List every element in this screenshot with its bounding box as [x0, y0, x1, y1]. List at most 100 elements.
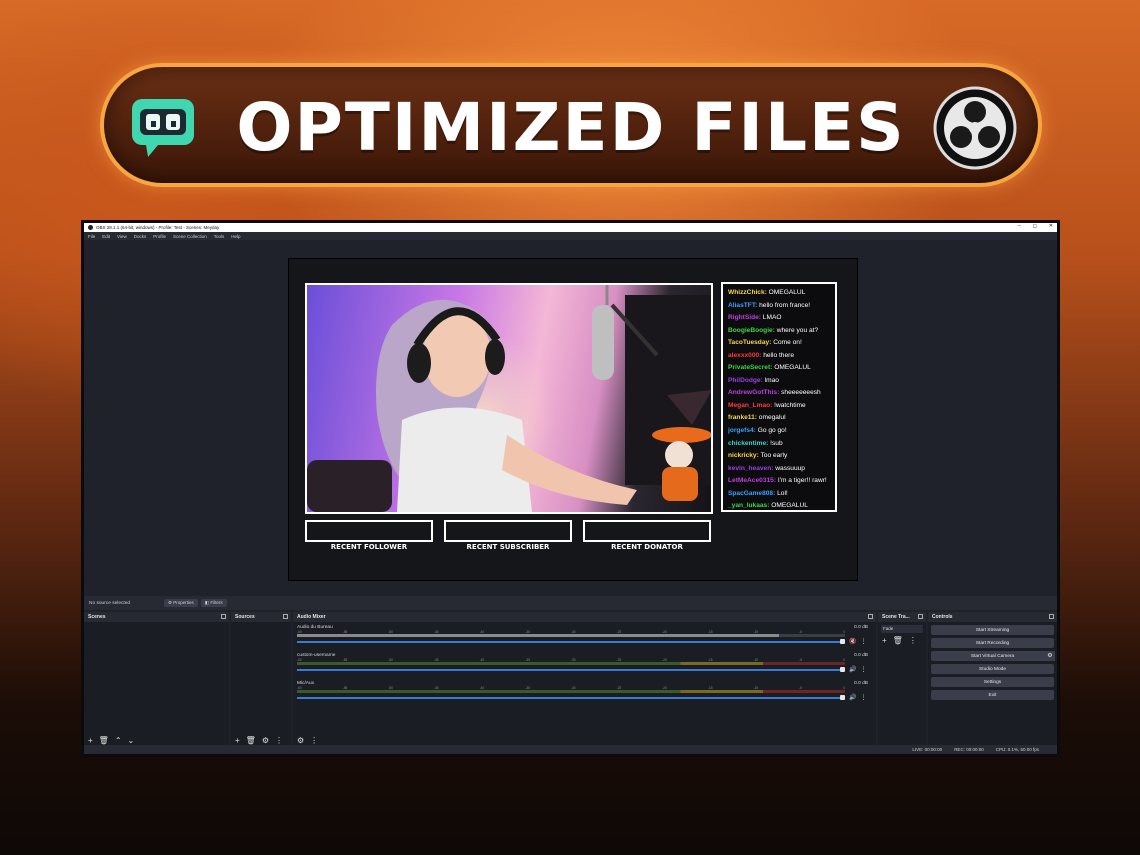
cpu-usage: CPU: 0.1%, 60.00 fps [995, 747, 1039, 752]
add-scene-icon[interactable]: + [88, 737, 93, 745]
chat-overlay: WhizzChick: OMEGALUL AliasTFT: hello from… [721, 282, 837, 512]
obs-small-icon [88, 225, 93, 230]
move-down-icon[interactable]: ⌄ [128, 737, 135, 745]
undock-icon[interactable] [868, 614, 873, 619]
no-source-label: No source selected [89, 600, 131, 606]
more-icon[interactable]: ⋮ [909, 636, 917, 645]
sources-title: Sources [235, 614, 255, 620]
preview-area: WhizzChick: OMEGALUL AliasTFT: hello from… [84, 240, 1057, 596]
sources-toolbar: + 🗑 ⚙ ⋮ [235, 737, 283, 745]
filters-label: Filters [210, 600, 223, 605]
more-icon[interactable]: ⋮ [860, 666, 866, 673]
transition-select[interactable]: Fade [881, 625, 923, 633]
add-source-icon[interactable]: + [235, 737, 240, 745]
chat-username: AndrewGotThis: [728, 389, 780, 397]
speaker-icon[interactable]: 🔊 [849, 694, 856, 701]
virtual-camera-gear-icon[interactable]: ⚙ [1045, 651, 1055, 661]
chat-text: OMEGALUL [766, 289, 806, 296]
undock-icon[interactable] [918, 614, 923, 619]
chat-text: sheeeeeeesh [779, 389, 821, 397]
title-bar: OBS 28.1.1 (64-bit, windows) - Profile: … [84, 223, 1057, 232]
chat-message: chickentime: !sub [728, 438, 830, 451]
chat-username: RightSide: [728, 314, 761, 322]
add-transition-icon[interactable]: + [882, 636, 887, 645]
menu-bar: File Edit View Docks Profile Scene Colle… [84, 232, 1057, 240]
source-settings-icon[interactable]: ⚙ [262, 737, 269, 745]
settings-button[interactable]: Settings [931, 677, 1054, 687]
speaker-icon[interactable]: 🔊 [849, 666, 856, 673]
move-up-icon[interactable]: ⌃ [115, 737, 122, 745]
menu-docks[interactable]: Docks [134, 234, 147, 239]
maximize-button[interactable]: ◻ [1033, 223, 1037, 229]
mute-icon[interactable]: 🔇 [849, 638, 856, 645]
minimize-button[interactable]: – [1018, 223, 1021, 229]
chat-text: I'm a tiger!! rawr! [776, 477, 827, 485]
streamer-image-icon [307, 285, 711, 512]
start-streaming-button[interactable]: Start Streaming [931, 625, 1054, 635]
controls-header: Controls [928, 612, 1057, 622]
audio-mixer-dock: Audio Mixer Audio du Bureau 0.0 dB -60 -55-… [293, 612, 876, 748]
menu-file[interactable]: File [88, 234, 95, 239]
slider-handle[interactable] [840, 667, 845, 672]
volume-meter [297, 690, 845, 693]
channel-icons: 🔇 ⋮ [849, 638, 866, 645]
remove-scene-icon[interactable]: 🗑 [99, 737, 109, 745]
channel-icons: 🔊 ⋮ [849, 694, 866, 701]
controls-dock: Controls Start Streaming Start Recording… [928, 612, 1057, 748]
alert-boxes: RECENT FOLLOWER RECENT SUBSCRIBER RECENT… [305, 520, 711, 551]
remove-source-icon[interactable]: 🗑 [246, 737, 256, 745]
chat-text: wassuuup [773, 464, 805, 472]
filters-button[interactable]: ◧ Filters [200, 599, 227, 607]
chat-text: Lol! [775, 489, 788, 497]
properties-label: Properties [173, 600, 194, 605]
menu-edit[interactable]: Edit [102, 234, 110, 239]
close-button[interactable]: ✕ [1049, 223, 1053, 229]
chat-message: AndrewGotThis: sheeeeeeesh [728, 387, 830, 400]
chat-message: kevin_heaven: wassuuup [728, 463, 830, 476]
menu-scene-collection[interactable]: Scene Collection [173, 234, 207, 239]
more-icon[interactable]: ⋮ [860, 694, 866, 701]
chat-message: LetMeAce0315: I'm a tiger!! rawr! [728, 475, 830, 488]
exit-button[interactable]: Exit [931, 690, 1054, 700]
chat-message: WhizzChick: OMEGALUL [728, 287, 830, 300]
studio-mode-button[interactable]: Studio Mode [931, 664, 1054, 674]
volume-slider[interactable] [297, 695, 845, 700]
more-icon[interactable]: ⋮ [860, 638, 866, 645]
menu-view[interactable]: View [117, 234, 127, 239]
chat-username: Megan_Lmao: [728, 401, 773, 409]
slider-handle[interactable] [840, 695, 845, 700]
status-bar: LIVE: 00:00:00 REC: 00:00:00 CPU: 0.1%, … [84, 745, 1057, 754]
chat-message: PhilDodge: lmao [728, 375, 830, 388]
mixer-header: Audio Mixer [293, 612, 876, 622]
undock-icon[interactable] [1049, 614, 1054, 619]
rec-time: REC: 00:00:00 [954, 747, 984, 752]
properties-button[interactable]: ⚙ Properties [164, 599, 198, 607]
source-toolbar: No source selected ⚙ Properties ◧ Filter… [84, 596, 1057, 610]
undock-icon[interactable] [283, 614, 288, 619]
alert-recent-follower: RECENT FOLLOWER [305, 520, 433, 551]
slider-handle[interactable] [840, 639, 845, 644]
volume-slider[interactable] [297, 639, 845, 644]
transition-toolbar: + 🗑 ⋮ [878, 636, 926, 645]
volume-slider[interactable] [297, 667, 845, 672]
advanced-audio-icon[interactable]: ⚙ [297, 737, 304, 745]
dock-area: Scenes + 🗑 ⌃ ⌄ Sources + 🗑 ⚙ ⋮ Audio Mix… [84, 612, 1057, 748]
chat-username: franke11: [728, 414, 757, 422]
start-recording-button[interactable]: Start Recording [931, 638, 1054, 648]
mixer-channels: Audio du Bureau 0.0 dB -60 -55 -50 -45 -40 -35-… [293, 622, 876, 706]
menu-profile[interactable]: Profile [153, 234, 166, 239]
channel-db: 0.0 dB [854, 681, 868, 686]
chat-message: jorgefs4: Go go go! [728, 425, 830, 438]
chat-message: Megan_Lmao: !watchtime [728, 400, 830, 413]
stream-preview[interactable]: WhizzChick: OMEGALUL AliasTFT: hello from… [288, 258, 858, 581]
chat-message: AliasTFT: hello from france! [728, 300, 830, 313]
more-icon[interactable]: ⋮ [275, 737, 283, 745]
undock-icon[interactable] [221, 614, 226, 619]
menu-help[interactable]: Help [231, 234, 240, 239]
obs-logo-icon [933, 86, 1017, 170]
menu-tools[interactable]: Tools [214, 234, 225, 239]
start-virtual-camera-button[interactable]: Start Virtual Camera ⚙ [931, 651, 1055, 661]
more-icon[interactable]: ⋮ [310, 737, 318, 745]
chat-message: SpacGame808: Lol! [728, 488, 830, 501]
remove-transition-icon[interactable]: 🗑 [893, 636, 903, 645]
